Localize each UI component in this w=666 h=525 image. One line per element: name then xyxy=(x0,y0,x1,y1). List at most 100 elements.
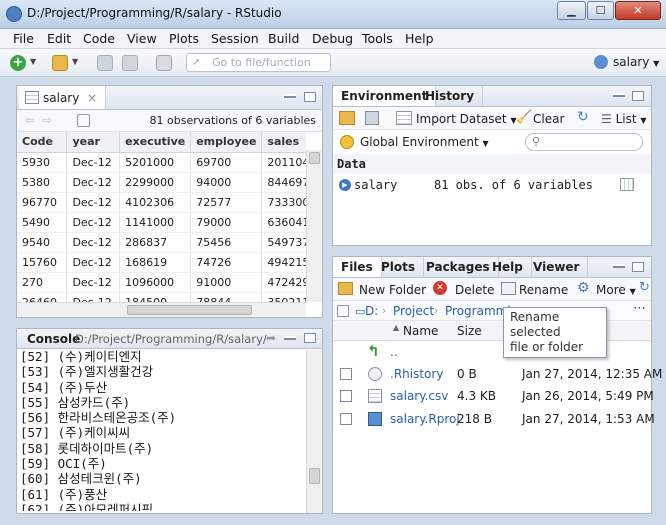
column-size[interactable]: Size xyxy=(457,324,482,338)
view-data-icon[interactable] xyxy=(620,178,634,191)
go-to-file-input[interactable]: ➚ Go to file/function xyxy=(186,53,331,72)
console-line: [57] (주)케이씨씨 xyxy=(20,425,131,441)
delete-button[interactable]: Delete xyxy=(455,283,494,297)
table-cell: Dec-12 xyxy=(66,232,121,253)
close-tab-icon[interactable]: × xyxy=(87,91,97,105)
horizontal-scrollbar[interactable] xyxy=(17,302,306,317)
environment-search-input[interactable]: ⚲ xyxy=(525,133,643,151)
menu-file[interactable]: File xyxy=(13,31,34,46)
forward-arrow-icon[interactable]: ⇨ xyxy=(42,113,52,127)
table-cell: 733300 xyxy=(261,192,306,213)
vertical-scrollbar[interactable] xyxy=(306,150,322,302)
menu-plots[interactable]: Plots xyxy=(169,31,199,46)
rename-tooltip: Rename selected file or folder xyxy=(503,307,607,358)
clear-button[interactable]: Clear xyxy=(533,112,564,126)
save-all-icon[interactable] xyxy=(122,55,138,71)
expand-icon[interactable]: ▶ xyxy=(339,179,351,191)
table-cell: 1096000 xyxy=(119,272,192,293)
save-workspace-icon[interactable] xyxy=(365,111,379,125)
console-scrollbar[interactable] xyxy=(306,350,322,513)
console-line: [55] 삼성카드(주) xyxy=(20,394,131,410)
column-name[interactable]: Name xyxy=(403,324,438,338)
new-folder-button[interactable]: New Folder xyxy=(359,283,426,297)
menu-edit[interactable]: Edit xyxy=(47,31,71,46)
up-arrow-icon: ↰ xyxy=(367,342,380,360)
column-header[interactable]: sales xyxy=(261,132,306,153)
maximize-pane-icon[interactable] xyxy=(304,333,316,343)
print-icon[interactable] xyxy=(156,55,172,71)
close-button[interactable]: ✕ xyxy=(615,1,661,20)
maximize-button[interactable]: ☐ xyxy=(587,1,614,20)
list-item[interactable]: salary.Rproj 218 B Jan 27, 2014, 1:53 AM xyxy=(337,409,655,431)
file-checkbox[interactable] xyxy=(340,368,352,380)
maximize-pane-icon[interactable] xyxy=(632,262,644,272)
breadcrumb-item[interactable]: Project xyxy=(393,304,434,318)
scroll-thumb[interactable] xyxy=(309,152,320,164)
file-name-link[interactable]: salary.csv xyxy=(390,389,448,403)
file-checkbox[interactable] xyxy=(340,390,352,402)
project-menu[interactable]: salary ▼ xyxy=(613,55,659,69)
column-header[interactable]: year xyxy=(66,132,121,153)
open-folder-icon[interactable] xyxy=(52,55,68,71)
file-checkbox[interactable] xyxy=(340,413,352,425)
list-item[interactable]: salary.csv 4.3 KB Jan 26, 2014, 5:49 PM xyxy=(337,386,654,408)
environment-item[interactable]: ▶ salary 81 obs. of 6 variables xyxy=(333,175,651,195)
file-size: 218 B xyxy=(457,412,492,426)
back-arrow-icon[interactable]: ⇦ xyxy=(25,113,35,127)
table-cell: 72577 xyxy=(190,192,263,213)
list-item[interactable]: .Rhistory 0 B Jan 27, 2014, 12:35 AM xyxy=(337,364,662,386)
minimize-pane-icon[interactable] xyxy=(613,93,625,97)
load-workspace-icon[interactable] xyxy=(339,111,355,125)
environment-item-value: 81 obs. of 6 variables xyxy=(434,178,593,192)
column-header[interactable]: employee xyxy=(190,132,263,153)
refresh-icon[interactable]: ↻ xyxy=(639,280,650,295)
chevron-down-icon: ▼ xyxy=(629,287,636,296)
menu-session[interactable]: Session xyxy=(211,31,259,46)
tab-salary[interactable]: salary × xyxy=(19,86,107,109)
menu-debug[interactable]: Debug xyxy=(312,31,353,46)
global-environment-dropdown[interactable]: Global Environment ▼ xyxy=(360,135,489,149)
console-output[interactable]: [52] (수)케이티엔지 [53] (주)엘지생활건강 [54] (주)두산 [55… xyxy=(20,349,305,511)
save-icon[interactable] xyxy=(97,55,113,71)
table-row: 5930 Dec-12 5201000 69700 201104 xyxy=(17,152,306,173)
minimize-pane-icon[interactable] xyxy=(284,336,296,340)
more-label: More xyxy=(596,283,626,297)
table-cell: 5490 xyxy=(17,212,68,233)
parent-directory-link[interactable]: .. xyxy=(390,345,398,359)
console-line: [61] (주)풍산 xyxy=(20,486,108,502)
scroll-thumb[interactable] xyxy=(127,305,252,315)
menu-tools[interactable]: Tools xyxy=(362,31,393,46)
file-name-link[interactable]: .Rhistory xyxy=(390,367,443,381)
menu-view[interactable]: View xyxy=(127,31,157,46)
list-label: List xyxy=(615,112,637,126)
select-all-checkbox[interactable] xyxy=(337,305,349,317)
column-header[interactable]: Code xyxy=(17,132,68,153)
column-header[interactable]: executive xyxy=(119,132,192,153)
popout-icon[interactable] xyxy=(77,114,90,127)
menu-help[interactable]: Help xyxy=(405,31,434,46)
tab-plots[interactable]: Plots xyxy=(373,257,425,277)
go-to-directory-icon[interactable]: ➦ xyxy=(266,331,276,345)
new-file-icon[interactable]: + xyxy=(10,55,26,71)
chevron-down-icon[interactable]: ▼ xyxy=(72,57,78,66)
refresh-icon[interactable]: ↻ xyxy=(577,109,589,125)
maximize-pane-icon[interactable] xyxy=(304,92,316,102)
list-view-button[interactable]: ☰ List ▼ xyxy=(601,112,647,126)
chevron-down-icon[interactable]: ▼ xyxy=(30,57,36,66)
maximize-pane-icon[interactable] xyxy=(632,91,644,101)
tab-viewer[interactable]: Viewer xyxy=(525,257,589,277)
menu-code[interactable]: Code xyxy=(83,31,115,46)
more-menu[interactable]: More ▼ xyxy=(596,283,636,297)
menu-build[interactable]: Build xyxy=(268,31,299,46)
scroll-thumb[interactable] xyxy=(309,468,320,484)
minimize-pane-icon[interactable] xyxy=(284,94,296,98)
import-dataset-button[interactable]: Import Dataset ▼ xyxy=(416,112,517,126)
minimize-pane-icon[interactable] xyxy=(613,264,625,268)
tab-history[interactable]: History xyxy=(417,86,484,106)
minimize-button[interactable]: ▁ xyxy=(557,1,586,20)
rename-button[interactable]: Rename xyxy=(519,283,568,297)
header-row: Code year executive employee sales xyxy=(17,132,306,153)
more-path-icon[interactable]: ⋯ xyxy=(633,301,646,316)
file-name-link[interactable]: salary.Rproj xyxy=(390,412,460,426)
breadcrumb-item[interactable]: D: xyxy=(365,304,378,318)
